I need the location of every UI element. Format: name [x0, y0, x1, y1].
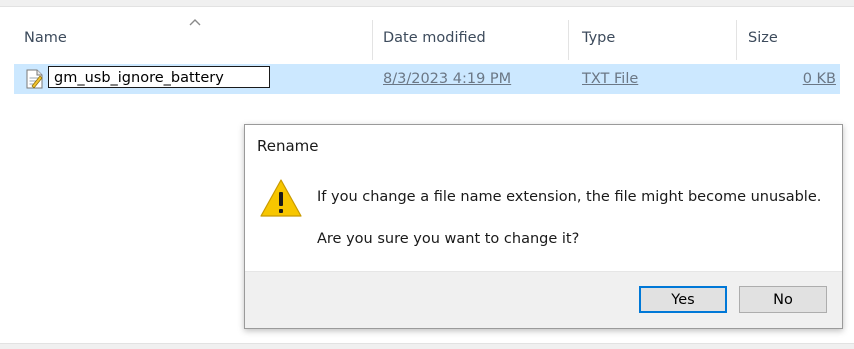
- column-header-size[interactable]: Size: [748, 30, 778, 46]
- top-divider: [0, 0, 854, 7]
- column-separator[interactable]: [736, 20, 737, 60]
- no-button[interactable]: No: [739, 286, 827, 313]
- yes-button[interactable]: Yes: [639, 286, 727, 313]
- rename-dialog: Rename If you change a file name extensi…: [244, 124, 843, 329]
- file-row[interactable]: gm_usb_ignore_battery 8/3/2023 4:19 PM T…: [14, 64, 840, 94]
- sort-ascending-icon[interactable]: [189, 18, 201, 26]
- file-date-modified: 8/3/2023 4:19 PM: [383, 71, 512, 87]
- file-type: TXT File: [582, 71, 639, 87]
- dialog-question: Are you sure you want to change it?: [317, 231, 580, 247]
- bottom-divider: [0, 343, 854, 349]
- column-separator[interactable]: [372, 20, 373, 60]
- file-name-rename-input[interactable]: gm_usb_ignore_battery: [48, 66, 270, 88]
- column-separator[interactable]: [568, 20, 569, 60]
- text-file-icon: [26, 69, 43, 89]
- warning-icon: [260, 179, 302, 217]
- column-header-date-modified[interactable]: Date modified: [383, 30, 486, 46]
- column-header-type[interactable]: Type: [582, 30, 615, 46]
- dialog-message: If you change a file name extension, the…: [317, 189, 822, 205]
- column-header-bar: Name Date modified Type Size: [14, 14, 840, 60]
- column-header-name[interactable]: Name: [24, 30, 67, 46]
- dialog-button-bar: Yes No: [245, 271, 842, 328]
- file-size: 0 KB: [802, 71, 836, 87]
- dialog-title: Rename: [257, 137, 319, 155]
